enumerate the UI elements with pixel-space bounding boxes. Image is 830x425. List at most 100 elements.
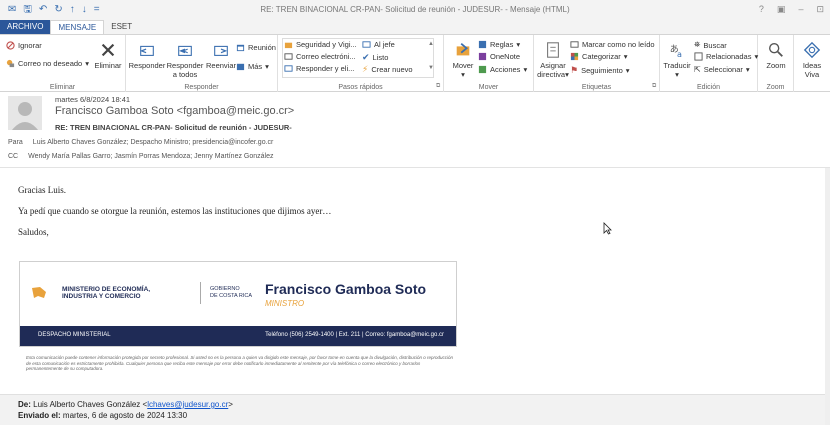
- quick-step-responder[interactable]: Responder y eli...: [284, 64, 354, 73]
- reunion-button[interactable]: Reunión: [236, 43, 276, 52]
- reglas-button[interactable]: Reglas ▾: [478, 40, 520, 49]
- signature-bar: DESPACHO MINISTERIAL Teléfono (506) 2549…: [20, 326, 456, 346]
- to-value[interactable]: Luis Alberto Chaves González; Despacho M…: [33, 139, 274, 146]
- group-label-responder: Responder: [184, 84, 219, 91]
- responder-todos-button[interactable]: Responder a todos: [166, 39, 204, 79]
- quick-step-correo[interactable]: Correo electróni...: [284, 52, 356, 61]
- ministry-name: MINISTERIO DE ECONOMÍA, INDUSTRIA Y COME…: [62, 286, 151, 300]
- government-name: GOBIERNO DE COSTA RICA: [210, 286, 253, 299]
- dialog-launcher-icon[interactable]: ⧉: [436, 83, 440, 90]
- reenviar-button[interactable]: Reenviar: [202, 39, 240, 70]
- gallery-scroll-up[interactable]: ▲: [428, 41, 434, 47]
- group-ideas: Ideas Viva: [794, 35, 830, 93]
- actions-icon: [478, 65, 487, 74]
- dialog-launcher-icon[interactable]: ⧉: [652, 83, 656, 90]
- tab-archivo[interactable]: ARCHIVO: [0, 20, 51, 34]
- avatar: [8, 96, 42, 130]
- unread-icon: [570, 41, 579, 48]
- group-edicion: あa Traducir ▾ ⛯ Buscar Relacionadas ▾ ⇱ Se…: [660, 35, 758, 93]
- disclaimer: Esta comunicación puede contener informa…: [26, 355, 454, 371]
- scrollbar[interactable]: [825, 168, 830, 425]
- relacionadas-button[interactable]: Relacionadas ▾: [694, 52, 758, 61]
- quick-step-listo[interactable]: ✔ Listo: [362, 52, 388, 63]
- message-header: martes 6/8/2024 18:41 Francisco Gamboa S…: [0, 92, 830, 168]
- correo-no-deseado-button[interactable]: Correo no deseado ▾: [6, 59, 89, 68]
- reply-delete-icon: [284, 65, 293, 72]
- restore-button[interactable]: ⊡: [816, 4, 824, 15]
- quick-step-al-jefe[interactable]: Al jefe: [362, 40, 395, 49]
- tab-eset[interactable]: ESET: [104, 20, 139, 34]
- chevron-down-icon: ▾: [623, 52, 628, 61]
- quoted-header: De: Luis Alberto Chaves González <lchave…: [0, 394, 825, 425]
- message-subject: RE: TREN BINACIONAL CR-PAN- Solicitud de…: [55, 123, 292, 132]
- group-label-zoom: Zoom: [766, 84, 785, 91]
- reply-all-icon: [178, 45, 192, 56]
- forward-icon: [214, 45, 228, 56]
- categorizar-button[interactable]: Categorizar ▾: [570, 52, 628, 61]
- divider: [200, 282, 201, 304]
- junk-mail-icon: [6, 59, 15, 68]
- acciones-button[interactable]: Acciones ▾: [478, 65, 527, 74]
- traducir-button[interactable]: あa Traducir ▾: [662, 39, 692, 79]
- rules-icon: [478, 40, 487, 49]
- chevron-down-icon: ▾: [565, 70, 569, 79]
- message-from[interactable]: Francisco Gamboa Soto <fgamboa@meic.go.c…: [55, 105, 294, 117]
- flag-icon: ⚑: [570, 65, 579, 75]
- chevron-down-icon: ▾: [265, 62, 269, 71]
- envelope-icon: [284, 53, 293, 60]
- help-button[interactable]: ?: [759, 4, 764, 15]
- group-eliminar: Ignorar Correo no deseado ▾ Eliminar Elim…: [0, 35, 126, 93]
- group-responder: Responder Responder a todos Reenviar Reu…: [126, 35, 278, 93]
- signature-name: Francisco Gamboa Soto: [265, 281, 427, 297]
- folder-icon: [284, 42, 293, 49]
- responder-button[interactable]: Responder: [128, 39, 166, 70]
- tab-mensaje[interactable]: MENSAJE: [50, 20, 105, 34]
- lightning-icon: ⚡: [362, 64, 369, 74]
- signature-title: MINISTRO: [265, 299, 305, 308]
- chevron-down-icon: ▾: [625, 66, 630, 75]
- gallery-scroll-down[interactable]: ▼: [428, 65, 434, 71]
- meeting-icon: [236, 44, 245, 52]
- ribbon: Ignorar Correo no deseado ▾ Eliminar Elim…: [0, 34, 830, 93]
- ignorar-button[interactable]: Ignorar: [6, 41, 42, 50]
- buscar-button[interactable]: ⛯ Buscar: [694, 40, 727, 50]
- eliminar-button[interactable]: Eliminar: [90, 39, 126, 70]
- chevron-down-icon: ▾: [85, 59, 89, 68]
- quick-step-seguridad[interactable]: Seguridad y Vigi...: [284, 40, 357, 49]
- policy-icon: [547, 42, 559, 58]
- asignar-directiva-button[interactable]: Asignar directiva▾: [536, 39, 570, 79]
- magnifier-icon: [769, 43, 783, 57]
- cursor-icon: ⇱: [694, 65, 701, 74]
- group-etiquetas: Asignar directiva▾ Marcar como no leído …: [534, 35, 660, 93]
- ribbon-display-button[interactable]: ▣: [777, 4, 786, 15]
- mover-button[interactable]: Mover ▾: [448, 39, 478, 79]
- cc-value[interactable]: Wendy María Pallas Garro; Jasmín Porras …: [28, 153, 273, 160]
- ribbon-tabs: ARCHIVO MENSAJE ESET: [0, 20, 830, 34]
- ignore-icon: [6, 41, 15, 50]
- forward-boss-icon: [362, 41, 371, 48]
- mouse-cursor-icon: [603, 222, 612, 235]
- ideas-viva-button[interactable]: Ideas Viva: [796, 39, 828, 79]
- quick-step-crear-nuevo[interactable]: ⚡ Crear nuevo: [362, 64, 413, 75]
- chevron-down-icon: ▾: [675, 70, 679, 79]
- body-line-main: Ya pedí que cuando se otorgue la reunión…: [18, 206, 332, 216]
- zoom-button[interactable]: Zoom: [760, 39, 792, 70]
- category-icon: [570, 52, 579, 61]
- costa-rica-map-icon: [32, 287, 46, 298]
- to-label: Para: [8, 139, 23, 146]
- binoculars-icon: ⛯: [694, 40, 701, 49]
- seleccionar-button[interactable]: ⇱ Seleccionar ▾: [694, 65, 750, 74]
- related-icon: [694, 52, 703, 61]
- onenote-button[interactable]: OneNote: [478, 52, 520, 61]
- more-icon: [236, 63, 245, 71]
- group-label-mover: Mover: [478, 84, 499, 91]
- mas-button[interactable]: Más ▾: [236, 62, 269, 71]
- minimize-button[interactable]: –: [798, 4, 803, 15]
- seguimiento-button[interactable]: ⚑ Seguimiento ▾: [570, 65, 630, 76]
- quoted-from: De: Luis Alberto Chaves González <lchave…: [18, 400, 233, 409]
- marcar-no-leido-button[interactable]: Marcar como no leído: [570, 40, 655, 49]
- body-line-thanks: Gracias Luis.: [18, 185, 66, 195]
- check-icon: ✔: [362, 52, 370, 62]
- quoted-from-email-link[interactable]: lchaves@judesur.go.cr: [147, 400, 228, 409]
- reply-icon: [139, 45, 154, 56]
